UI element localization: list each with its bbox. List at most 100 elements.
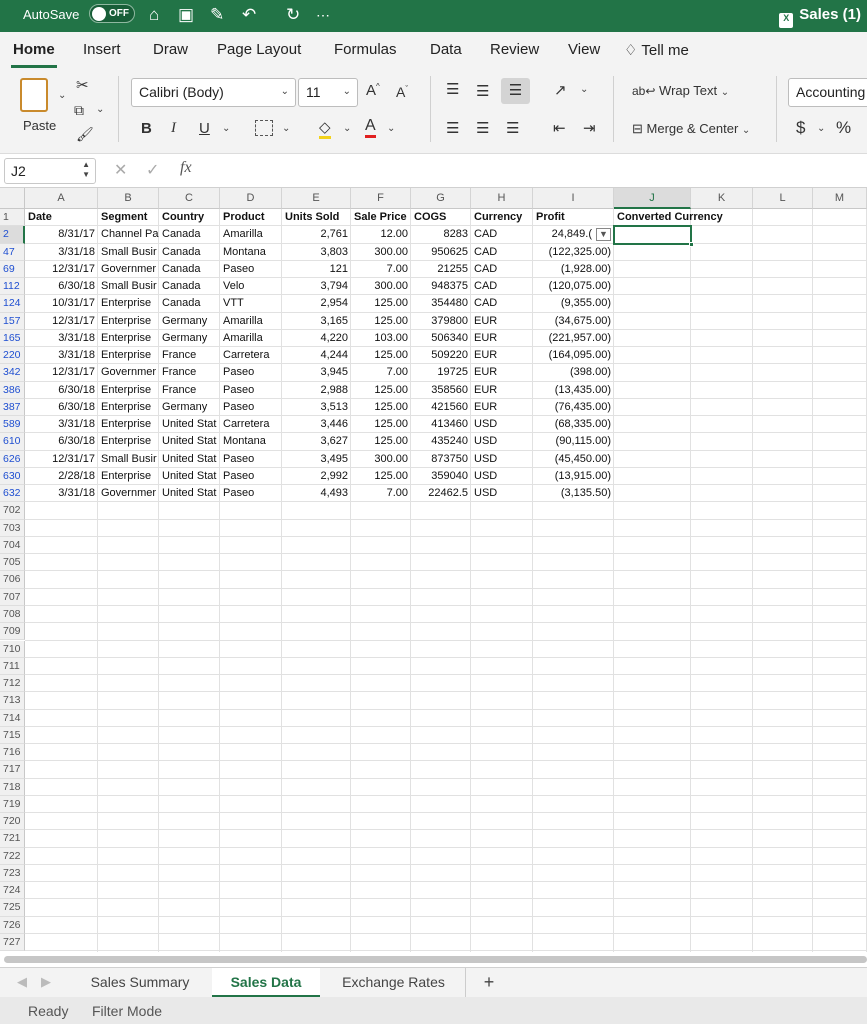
table-cell[interactable]: 435240 [411, 433, 471, 450]
next-sheet-icon[interactable]: ▶ [41, 974, 51, 990]
corner-select-all[interactable] [0, 188, 25, 209]
row-header[interactable]: 2 [0, 226, 25, 244]
table-cell[interactable]: 19725 [411, 364, 471, 381]
font-name-select[interactable]: Calibri (Body) ⌄ [131, 78, 296, 107]
table-cell[interactable]: 6/30/18 [25, 382, 98, 399]
table-cell[interactable]: (122,325.00) [533, 244, 614, 261]
table-cell[interactable]: Enterprise [98, 313, 159, 330]
column-header-j[interactable]: J [614, 188, 691, 209]
decrease-font-icon[interactable]: Aˇ [396, 84, 408, 100]
table-cell[interactable]: Amarilla [220, 330, 282, 347]
table-cell[interactable]: Enterprise [98, 468, 159, 485]
table-cell[interactable]: 12/31/17 [25, 261, 98, 278]
table-cell[interactable]: 125.00 [351, 313, 411, 330]
row-header[interactable]: 124 [0, 295, 25, 313]
orientation-dropdown[interactable]: ⌄ [580, 84, 588, 95]
tab-page-layout[interactable]: Page Layout [217, 41, 301, 58]
tab-formulas[interactable]: Formulas [334, 41, 397, 58]
table-cell[interactable]: 125.00 [351, 416, 411, 433]
table-cell[interactable]: EUR [471, 364, 533, 381]
tab-draw[interactable]: Draw [153, 41, 188, 58]
table-cell[interactable]: (3,135.50) [533, 485, 614, 502]
table-cell[interactable]: 3/31/18 [25, 416, 98, 433]
row-header[interactable]: 165 [0, 329, 25, 348]
table-cell[interactable]: 7.00 [351, 261, 411, 278]
table-cell[interactable]: 300.00 [351, 278, 411, 295]
name-box[interactable]: J2 ▲ ▼ [4, 158, 96, 184]
row-header[interactable]: 718 [0, 778, 25, 796]
table-cell[interactable]: (68,335.00) [533, 416, 614, 433]
table-cell[interactable]: 121 [282, 261, 351, 278]
fill-color-icon[interactable]: ◇ [319, 118, 331, 139]
table-cell[interactable]: 10/31/17 [25, 295, 98, 312]
table-cell[interactable]: Paseo [220, 485, 282, 502]
row-header[interactable]: 387 [0, 398, 25, 417]
table-cell[interactable]: 6/30/18 [25, 399, 98, 416]
table-cell[interactable]: 2/28/18 [25, 468, 98, 485]
table-cell[interactable]: VTT [220, 295, 282, 312]
increase-indent-icon[interactable]: ⇥ [583, 119, 596, 137]
home-icon[interactable]: ⌂ [149, 5, 159, 25]
align-center-icon[interactable]: ☰ [476, 119, 489, 137]
save-icon[interactable]: ▣ [178, 5, 194, 25]
align-top-icon[interactable]: ☰ [446, 80, 459, 98]
table-cell[interactable]: Paseo [220, 261, 282, 278]
redo-icon[interactable]: ↻ [286, 5, 300, 25]
sheet-tab-sales-summary[interactable]: Sales Summary [70, 968, 210, 997]
table-cell[interactable]: 12/31/17 [25, 313, 98, 330]
row-header[interactable]: 589 [0, 416, 25, 434]
table-cell[interactable]: Velo [220, 278, 282, 295]
table-cell[interactable]: Canada [159, 278, 220, 295]
header-cell[interactable]: COGS [411, 209, 471, 226]
row-header[interactable]: 710 [0, 640, 25, 658]
scrollbar-thumb[interactable] [4, 956, 867, 963]
number-format-select[interactable]: Accounting [788, 78, 867, 107]
header-cell[interactable]: Segment [98, 209, 159, 226]
table-cell[interactable]: 354480 [411, 295, 471, 312]
edit-icon[interactable]: ✎ [210, 5, 224, 25]
table-cell[interactable]: Small Busir [98, 278, 159, 295]
table-cell[interactable]: (34,675.00) [533, 313, 614, 330]
merge-center-button[interactable]: ⊟ Merge & Center ⌄ [632, 121, 750, 137]
table-cell[interactable]: 2,988 [282, 382, 351, 399]
header-cell[interactable]: Profit [533, 209, 614, 226]
table-cell[interactable]: Channel Pa [98, 226, 159, 243]
table-cell[interactable]: 421560 [411, 399, 471, 416]
table-cell[interactable]: Small Busir [98, 451, 159, 468]
table-cell[interactable]: 125.00 [351, 347, 411, 364]
row-header[interactable]: 47 [0, 243, 25, 261]
table-cell[interactable]: Paseo [220, 364, 282, 381]
table-cell[interactable]: 3/31/18 [25, 244, 98, 261]
row-header[interactable]: 705 [0, 554, 25, 572]
paste-button[interactable]: Paste [14, 76, 64, 140]
formula-input[interactable] [206, 158, 867, 184]
header-cell[interactable]: Date [25, 209, 98, 226]
table-cell[interactable]: 125.00 [351, 295, 411, 312]
table-cell[interactable]: (221,957.00) [533, 330, 614, 347]
tab-view[interactable]: View [568, 41, 600, 58]
undo-icon[interactable]: ↶ [242, 5, 256, 25]
table-cell[interactable]: Paseo [220, 399, 282, 416]
row-header[interactable]: 112 [0, 278, 25, 296]
table-cell[interactable]: Canada [159, 261, 220, 278]
table-cell[interactable]: 3,803 [282, 244, 351, 261]
row-header[interactable]: 630 [0, 467, 25, 486]
table-cell[interactable]: CAD [471, 261, 533, 278]
table-cell[interactable]: Enterprise [98, 433, 159, 450]
header-cell[interactable]: Country [159, 209, 220, 226]
table-cell[interactable]: 873750 [411, 451, 471, 468]
align-bottom-icon[interactable]: ☰ [501, 78, 530, 104]
wrap-text-button[interactable]: ab↩ Wrap Text ⌄ [632, 83, 729, 98]
table-cell[interactable]: 413460 [411, 416, 471, 433]
tell-me[interactable]: ♢ Tell me [624, 41, 689, 59]
table-cell[interactable]: 12/31/17 [25, 364, 98, 381]
table-cell[interactable]: Carretera [220, 347, 282, 364]
table-cell[interactable]: Germany [159, 313, 220, 330]
enter-icon[interactable]: ✓ [146, 160, 159, 180]
row-header[interactable]: 702 [0, 502, 25, 520]
italic-button[interactable]: I [171, 120, 176, 137]
row-header[interactable]: 709 [0, 623, 25, 641]
table-cell[interactable]: (13,435.00) [533, 382, 614, 399]
row-header[interactable]: 723 [0, 864, 25, 883]
table-cell[interactable]: Enterprise [98, 295, 159, 312]
